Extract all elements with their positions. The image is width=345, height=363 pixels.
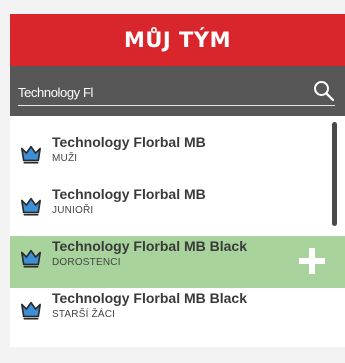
- search-underline: [18, 105, 335, 106]
- search-input[interactable]: [18, 80, 308, 104]
- crown-icon: [21, 301, 41, 320]
- team-name: Technology Florbal MB Black: [52, 290, 247, 306]
- team-name: Technology Florbal MB: [52, 186, 206, 202]
- list-item[interactable]: Technology Florbal MB JUNIOŘI: [10, 184, 345, 236]
- list-item-selected[interactable]: Technology Florbal MB Black DOROSTENCI: [10, 236, 345, 288]
- plus-icon[interactable]: [297, 246, 327, 276]
- search-bar: [10, 66, 345, 116]
- crown-icon: [21, 249, 41, 268]
- page-title: MŮJ TÝM: [10, 14, 345, 66]
- team-category: JUNIOŘI: [52, 205, 94, 216]
- list-item[interactable]: Technology Florbal MB Black STARŠÍ ŽÁCI: [10, 288, 345, 340]
- team-name: Technology Florbal MB: [52, 134, 206, 150]
- team-category: DOROSTENCI: [52, 257, 121, 268]
- scrollbar[interactable]: [332, 122, 337, 226]
- crown-icon: [21, 197, 41, 216]
- crown-icon: [21, 145, 41, 164]
- team-list: Technology Florbal MB MUŽI Technology Fl…: [10, 116, 345, 363]
- team-category: MUŽI: [52, 153, 78, 164]
- my-team-panel: MŮJ TÝM Technology Florbal MB MUŽI: [10, 14, 345, 347]
- team-category: STARŠÍ ŽÁCI: [52, 309, 116, 320]
- search-icon[interactable]: [312, 79, 336, 103]
- list-item[interactable]: Technology Florbal MB MUŽI: [10, 132, 345, 184]
- team-name: Technology Florbal MB Black: [52, 238, 247, 254]
